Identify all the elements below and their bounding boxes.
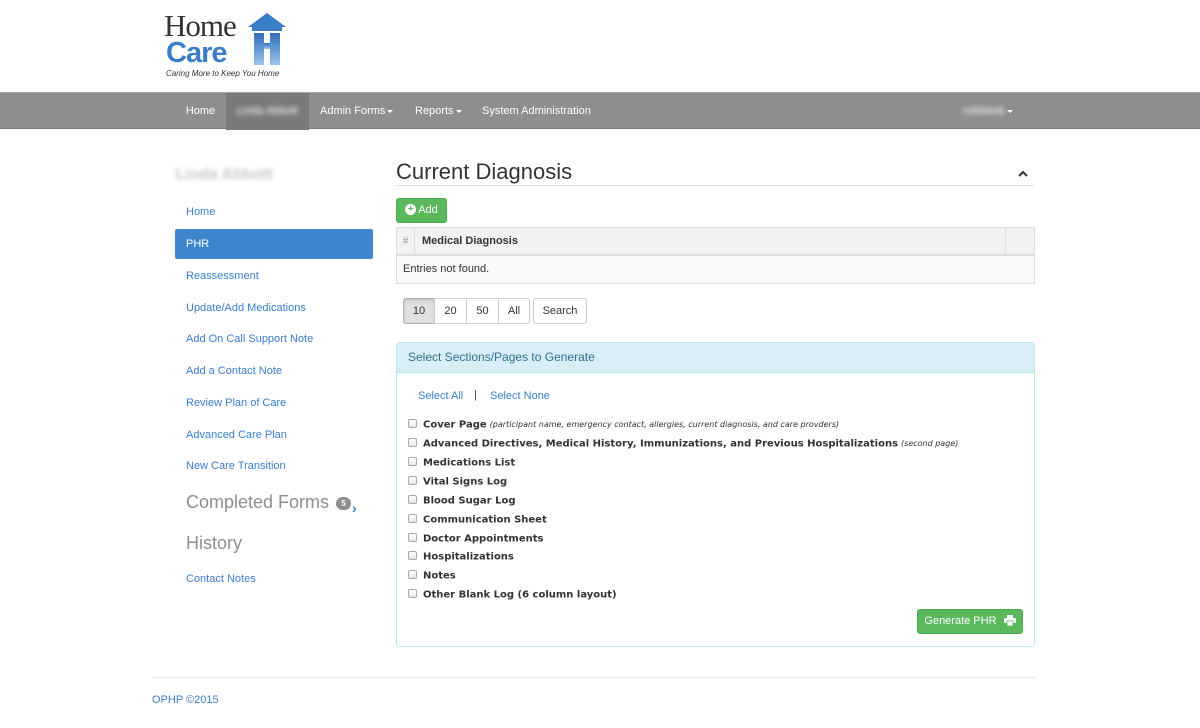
section-option-hospitalizations[interactable]: Hospitalizations [408, 549, 514, 563]
column-header-number[interactable]: # [397, 228, 415, 254]
section-option-label: Medications List [423, 457, 516, 469]
history-heading: History [186, 533, 243, 553]
nav-reports-label: Reports [415, 105, 454, 117]
section-option-label: Other Blank Log (6 column layout) [423, 589, 617, 601]
section-checkbox[interactable] [408, 438, 417, 448]
top-navbar: Home Linda Abbott Admin Forms Reports Sy… [0, 92, 1200, 130]
section-option-blood-sugar-log[interactable]: Blood Sugar Log [408, 493, 515, 507]
nav-system-administration-label: System Administration [482, 105, 591, 117]
section-option-notes[interactable]: Notes [408, 568, 456, 582]
completed-forms-heading[interactable]: Completed Forms 5 [186, 492, 352, 513]
chevron-right-icon[interactable]: › [352, 500, 357, 516]
nav-home-label: Home [185, 105, 216, 117]
section-option-label: Vital Signs Log [423, 476, 508, 488]
page-title: Current Diagnosis [396, 159, 573, 184]
select-none-link[interactable]: Select None [490, 390, 550, 402]
add-diagnosis-button[interactable]: + Add [396, 198, 447, 223]
caret-down-icon [387, 109, 394, 113]
sidebar-user-name: Linda Abbott [175, 166, 274, 183]
nav-patient[interactable]: Linda Abbott [226, 93, 309, 130]
nav-system-administration[interactable]: System Administration [482, 93, 591, 130]
nav-home[interactable]: Home [175, 93, 226, 130]
house-icon [248, 13, 286, 65]
sidebar-item-home[interactable]: Home [186, 206, 215, 218]
section-checkbox[interactable] [408, 419, 417, 429]
section-checkbox[interactable] [408, 551, 417, 561]
nav-reports[interactable]: Reports [415, 93, 462, 130]
generate-phr-label: Generate PHR [924, 615, 997, 627]
select-all-link[interactable]: Select All [418, 390, 463, 402]
section-checkbox[interactable] [408, 589, 417, 599]
sidebar-item-update-add-medications[interactable]: Update/Add Medications [186, 302, 306, 314]
section-option-other-blank-log[interactable]: Other Blank Log (6 column layout) [408, 587, 617, 601]
caret-down-icon [455, 109, 462, 113]
section-option-cover-page[interactable]: Cover Page (participant name, emergency c… [408, 417, 839, 431]
logo-care-text: Care [166, 37, 227, 69]
footer-copyright: OPHP ©2015 [152, 694, 219, 706]
column-header-medical-diagnosis[interactable]: Medical Diagnosis [422, 228, 518, 255]
printer-icon [1003, 614, 1016, 626]
sidebar-item-new-care-transition[interactable]: New Care Transition [186, 460, 286, 472]
sidebar-item-reassessment[interactable]: Reassessment [186, 270, 259, 282]
nav-admin-forms-label: Admin Forms [320, 105, 386, 117]
table-empty-message: Entries not found. [397, 256, 1034, 283]
section-option-note: (participant name, emergency contact, al… [489, 420, 840, 430]
page-size-50-button[interactable]: 50 [466, 298, 499, 324]
user-menu[interactable]: robbiesk [963, 93, 1013, 130]
site-logo[interactable]: Home Care Caring More to Keep You Home [164, 10, 304, 82]
section-checkbox[interactable] [408, 495, 417, 505]
section-option-label: Advanced Directives, Medical History, Im… [423, 438, 899, 450]
section-option-medications-list[interactable]: Medications List [408, 455, 515, 469]
section-option-label: Blood Sugar Log [423, 495, 516, 507]
chevron-up-icon[interactable] [1018, 166, 1028, 181]
sidebar-item-add-contact-note[interactable]: Add a Contact Note [186, 365, 282, 377]
section-checkbox[interactable] [408, 457, 417, 467]
section-option-label: Doctor Appointments [423, 533, 544, 545]
table-header: # Medical Diagnosis [397, 228, 1034, 256]
section-option-label: Communication Sheet [423, 514, 547, 526]
page-size-10-button[interactable]: 10 [403, 298, 435, 324]
caret-down-icon [1006, 109, 1013, 113]
section-option-advanced-directives[interactable]: Advanced Directives, Medical History, Im… [408, 436, 958, 450]
section-checkbox[interactable] [408, 514, 417, 524]
generate-phr-button[interactable]: Generate PHR [917, 609, 1023, 634]
sidebar-item-advanced-care-plan[interactable]: Advanced Care Plan [186, 429, 287, 441]
section-option-label: Hospitalizations [423, 551, 514, 563]
user-menu-label: robbiesk [963, 105, 1005, 117]
sidebar-item-review-plan-of-care[interactable]: Review Plan of Care [186, 397, 286, 409]
sidebar-item-phr[interactable]: PHR [175, 229, 373, 259]
sidebar-item-contact-notes[interactable]: Contact Notes [186, 573, 256, 585]
diagnosis-table: # Medical Diagnosis Entries not found. [396, 227, 1035, 284]
section-checkbox[interactable] [408, 533, 417, 543]
column-header-actions [1005, 228, 1034, 254]
nav-patient-label: Linda Abbott [236, 105, 299, 117]
search-button[interactable]: Search [533, 298, 587, 324]
section-option-note: (second page) [901, 439, 959, 449]
sidebar-item-add-on-call-support-note[interactable]: Add On Call Support Note [186, 333, 313, 345]
section-checkbox[interactable] [408, 476, 417, 486]
section-option-label: Notes [423, 570, 456, 582]
section-checkbox[interactable] [408, 570, 417, 580]
completed-forms-count-badge: 5 [336, 496, 352, 510]
completed-forms-label: Completed Forms [186, 492, 330, 512]
add-button-label: Add [418, 204, 438, 216]
sections-panel-title: Select Sections/Pages to Generate [397, 343, 1034, 373]
section-option-label: Cover Page [423, 419, 487, 431]
section-option-communication-sheet[interactable]: Communication Sheet [408, 512, 547, 526]
select-separator: | [474, 389, 477, 401]
page-size-all-button[interactable]: All [498, 298, 530, 324]
section-option-vital-signs-log[interactable]: Vital Signs Log [408, 474, 507, 488]
section-option-doctor-appointments[interactable]: Doctor Appointments [408, 531, 543, 545]
nav-admin-forms[interactable]: Admin Forms [320, 93, 394, 130]
page-size-20-button[interactable]: 20 [434, 298, 467, 324]
plus-circle-icon: + [405, 203, 417, 215]
logo-tagline: Caring More to Keep You Home [166, 69, 280, 78]
title-divider [396, 185, 1034, 186]
footer-divider [152, 677, 1036, 678]
